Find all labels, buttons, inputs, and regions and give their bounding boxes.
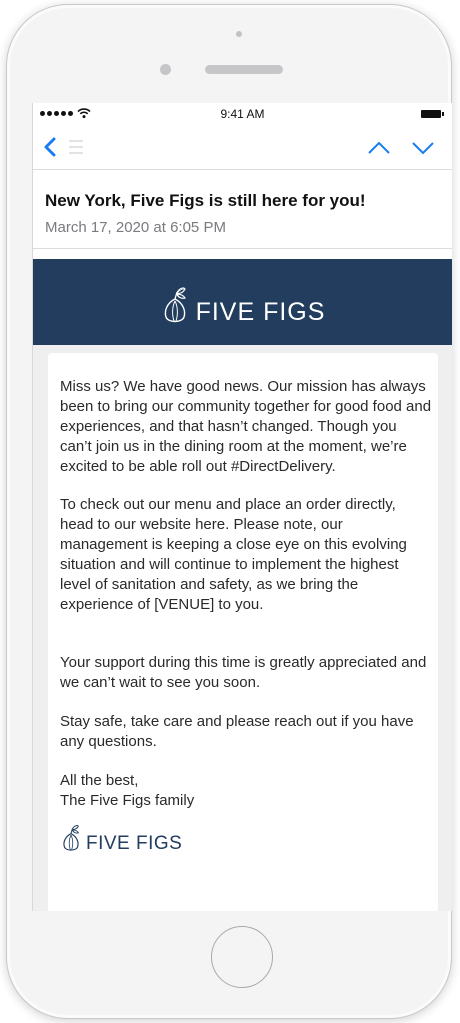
proximity-sensor <box>160 64 171 75</box>
brand-header-banner: FIVE FIGS <box>33 259 452 345</box>
front-camera <box>236 31 242 37</box>
phone-frame: 9:41 AM New York, Five Figs is still her… <box>6 4 452 1019</box>
email-subject: New York, Five Figs is still here for yo… <box>45 191 366 210</box>
down-arrow-icon[interactable] <box>411 141 435 155</box>
status-bar: 9:41 AM <box>33 103 452 125</box>
earpiece-speaker <box>205 65 283 74</box>
battery-icon <box>421 110 444 118</box>
status-time: 9:41 AM <box>220 107 265 121</box>
fig-logo-icon <box>164 287 186 323</box>
body-paragraph: Your support during this time is greatly… <box>60 654 427 691</box>
email-content-card: Miss us? We have good news. Our mission … <box>48 353 438 911</box>
up-arrow-icon[interactable] <box>367 141 391 155</box>
mail-nav-bar <box>33 125 452 170</box>
email-date: March 17, 2020 at 6:05 PM <box>45 219 226 236</box>
body-paragraph: To check out our menu and place an order… <box>60 496 407 613</box>
back-icon[interactable] <box>43 137 57 157</box>
signoff-name: The Five Figs family <box>60 792 195 809</box>
home-button[interactable] <box>211 926 273 988</box>
brand-name: FIVE FIGS <box>195 298 326 326</box>
divider <box>33 248 452 249</box>
footer-brand-name: FIVE FIGS <box>86 833 183 854</box>
inbox-icon[interactable] <box>67 139 85 155</box>
body-paragraph: Stay safe, take care and please reach ou… <box>60 713 414 750</box>
phone-screen: 9:41 AM New York, Five Figs is still her… <box>32 103 452 911</box>
signoff-greeting: All the best, <box>60 772 139 789</box>
footer-brand-logo: FIVE FIGS <box>60 823 182 853</box>
brand-logo: FIVE FIGS <box>160 285 326 325</box>
fig-logo-icon <box>63 825 80 851</box>
body-paragraph: Miss us? We have good news. Our mission … <box>60 378 432 475</box>
